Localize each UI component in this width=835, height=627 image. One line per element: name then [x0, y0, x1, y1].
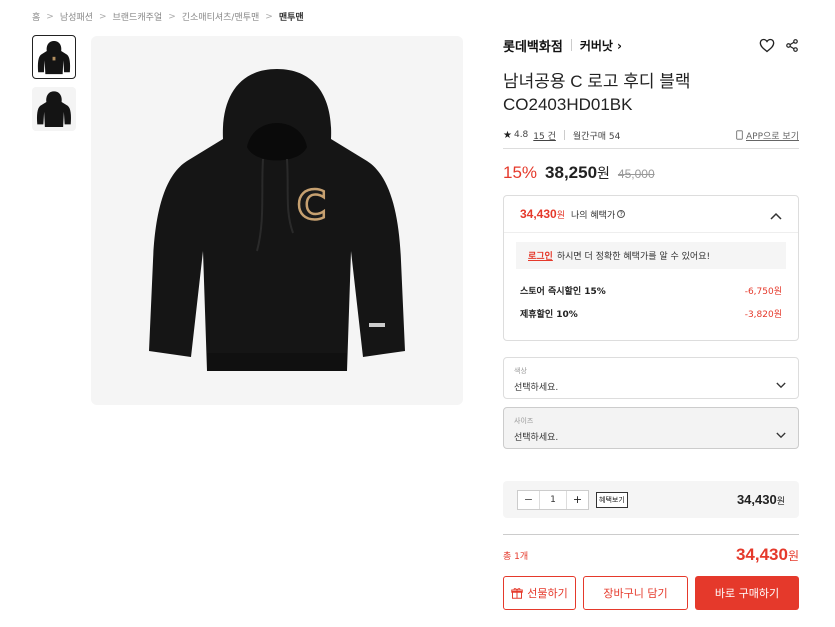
line-price-value: 34,430	[736, 492, 777, 507]
monthly-purchase: 월간구매 54	[572, 131, 621, 142]
discount-label: 스토어 즉시할인 15%	[520, 287, 606, 297]
buy-now-button[interactable]: 바로 구매하기	[695, 576, 799, 610]
gift-button[interactable]: 선물하기	[503, 576, 576, 610]
login-message: 하시면 더 정확한 혜택가를 알 수 있어요!	[556, 252, 711, 262]
benefit-panel: 34,430원 나의 혜택가 ? 로그인 하시면 더 정확한 혜택가를 알 수 …	[503, 195, 799, 341]
breadcrumb-item-brand-casual[interactable]: 브랜드캐주얼	[113, 10, 163, 23]
action-buttons: 선물하기 장바구니 담기 바로 구매하기	[503, 576, 799, 610]
chevron-right-icon: >	[46, 11, 54, 22]
chevron-right-icon: ›	[616, 38, 622, 53]
sale-price-value: 38,250	[545, 163, 598, 182]
product-info-panel: 롯데백화점 커버낫 › 남녀공용 C 로고 후디 블랙 CO2403HD01BK …	[503, 34, 799, 610]
product-title-line1: 남녀공용 C 로고 후디 블랙	[503, 72, 691, 91]
quantity-box: − 1 + 혜택보기 34,430원	[503, 481, 799, 518]
divider	[503, 148, 799, 149]
brand-row: 롯데백화점 커버낫 ›	[503, 34, 799, 56]
top-actions	[759, 38, 799, 53]
chevron-right-icon: >	[168, 11, 176, 22]
line-price: 34,430원	[737, 492, 785, 507]
app-view-label: APP으로 보기	[746, 131, 799, 142]
gift-icon	[511, 588, 523, 599]
login-notice: 로그인 하시면 더 정확한 혜택가를 알 수 있어요!	[516, 242, 786, 269]
chevron-right-icon: >	[265, 11, 273, 22]
chevron-up-icon[interactable]	[770, 205, 782, 224]
view-benefit-button[interactable]: 혜택보기	[596, 491, 628, 508]
discount-line: 제휴할인 10% -3,820원	[504, 307, 798, 320]
size-select-label: 사이즈	[514, 417, 534, 425]
discount-rate: 15%	[503, 163, 538, 182]
divider	[503, 534, 799, 535]
discount-label: 제휴할인 10%	[520, 310, 578, 320]
rating-value: 4.8	[513, 130, 529, 140]
share-icon[interactable]	[785, 38, 799, 53]
gift-button-label: 선물하기	[527, 587, 568, 600]
brand-name[interactable]: 롯데백화점	[503, 36, 563, 55]
breadcrumb-item-mens-fashion[interactable]: 남성패션	[60, 10, 93, 23]
divider	[563, 130, 565, 140]
discount-value: -6,750원	[744, 287, 782, 297]
won-unit: 원	[597, 165, 610, 181]
size-select-value: 선택하세요.	[514, 433, 559, 443]
my-benefit-price-value: 34,430	[520, 207, 557, 221]
review-row: ★ 4.8 15 건 월간구매 54 APP으로 보기	[503, 128, 799, 142]
size-select[interactable]: 사이즈 선택하세요.	[503, 407, 799, 449]
star-icon: ★	[503, 129, 512, 141]
chevron-right-icon: >	[98, 11, 107, 22]
chevron-down-icon	[776, 374, 786, 393]
color-select[interactable]: 색상 선택하세요.	[503, 357, 799, 399]
color-select-value: 선택하세요.	[514, 383, 559, 393]
sub-brand-label: 커버낫	[579, 38, 613, 53]
login-link[interactable]: 로그인	[528, 249, 553, 262]
svg-text:C: C	[297, 183, 326, 229]
thumbnail-list	[32, 35, 76, 131]
my-benefit-price: 34,430원	[520, 207, 565, 221]
review-count-link[interactable]: 15 건	[533, 129, 556, 142]
hoodie-image: C	[149, 68, 405, 371]
sub-brand-link[interactable]: 커버낫 ›	[580, 37, 622, 54]
won-unit: 원	[776, 496, 785, 506]
breadcrumb: 홈 > 남성패션 > 브랜드캐주얼 > 긴소매티셔츠/맨투맨 > 맨투맨	[32, 10, 304, 24]
phone-icon	[736, 130, 743, 140]
breadcrumb-item-long-sleeve[interactable]: 긴소매티셔츠/맨투맨	[182, 10, 260, 23]
discount-value: -3,820원	[744, 310, 782, 320]
price-row: 15% 38,250원 45,000	[503, 163, 799, 183]
won-unit: 원	[556, 210, 565, 220]
total-count: 총 1개	[503, 551, 529, 562]
product-title: 남녀공용 C 로고 후디 블랙 CO2403HD01BK	[503, 70, 799, 116]
quantity-value[interactable]: 1	[539, 490, 567, 509]
app-view-link[interactable]: APP으로 보기	[736, 129, 799, 142]
heart-icon[interactable]	[759, 38, 775, 53]
quantity-plus-button[interactable]: +	[567, 491, 588, 509]
question-icon[interactable]: ?	[617, 210, 626, 218]
total-price: 34,430원	[736, 545, 799, 565]
discount-line: 스토어 즉시할인 15% -6,750원	[504, 284, 798, 297]
color-select-label: 색상	[514, 367, 527, 375]
add-to-cart-button[interactable]: 장바구니 담기	[583, 576, 688, 610]
quantity-stepper: − 1 +	[517, 489, 589, 510]
my-benefit-label: 나의 혜택가	[570, 210, 616, 221]
won-unit: 원	[787, 549, 799, 563]
thumbnail-front[interactable]	[32, 35, 76, 79]
product-code: CO2403HD01BK	[503, 95, 633, 114]
main-product-image: C	[91, 36, 463, 405]
total-row: 총 1개 34,430원	[503, 545, 799, 565]
breadcrumb-item-current[interactable]: 맨투맨	[279, 10, 304, 23]
hoodie-front-image	[37, 40, 71, 75]
benefit-header[interactable]: 34,430원 나의 혜택가 ?	[504, 196, 798, 233]
hoodie-back-image	[37, 91, 71, 128]
quantity-minus-button[interactable]: −	[518, 491, 539, 509]
original-price: 45,000	[617, 167, 655, 181]
divider	[570, 39, 572, 51]
thumbnail-back[interactable]	[32, 87, 76, 131]
chevron-down-icon	[776, 424, 786, 443]
total-price-value: 34,430	[735, 545, 788, 564]
sale-price: 38,250원	[545, 163, 610, 183]
breadcrumb-item-home[interactable]: 홈	[32, 10, 40, 23]
